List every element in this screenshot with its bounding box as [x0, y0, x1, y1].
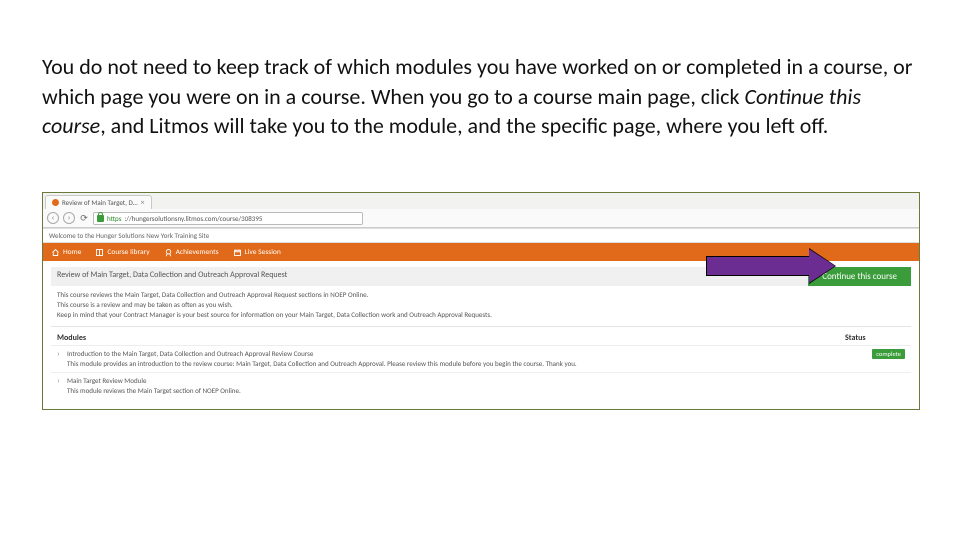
status-badge-complete: complete	[872, 349, 905, 359]
screenshot-container: Review of Main Target, D… × ‹ › ⟳ https:…	[42, 192, 920, 410]
lock-icon	[97, 215, 104, 222]
url-scheme: https	[107, 214, 121, 223]
module-desc: This module reviews the Main Target sect…	[67, 386, 905, 396]
nav-library[interactable]: Course library	[95, 248, 149, 257]
browser-chrome: Review of Main Target, D… × ‹ › ⟳ https:…	[43, 193, 919, 228]
course-desc-2: This course is a review and may be taken…	[57, 300, 905, 310]
module-title: Introduction to the Main Target, Data Co…	[67, 349, 868, 359]
forward-button[interactable]: ›	[63, 212, 75, 224]
course-desc-1: This course reviews the Main Target, Dat…	[57, 290, 905, 300]
nav-live[interactable]: Live Session	[233, 248, 281, 257]
nav-achievements[interactable]: Achievements	[164, 248, 219, 257]
module-row[interactable]: › Main Target Review Module This module …	[51, 372, 911, 399]
nav-home-label: Home	[63, 248, 81, 257]
tab-close-icon[interactable]: ×	[141, 199, 145, 207]
browser-tab-row: Review of Main Target, D… ×	[43, 193, 919, 209]
url-text: ://hungersolutionsny.litmos.com/course/3…	[124, 214, 262, 223]
module-title: Main Target Review Module	[67, 376, 905, 386]
module-text: Main Target Review Module This module re…	[67, 376, 905, 396]
browser-toolbar: ‹ › ⟳ https://hungersolutionsny.litmos.c…	[43, 209, 919, 227]
chevron-right-icon: ›	[57, 376, 67, 386]
module-text: Introduction to the Main Target, Data Co…	[67, 349, 868, 369]
modules-header-title: Modules	[57, 333, 845, 343]
tab-favicon-icon	[52, 199, 59, 206]
course-description: This course reviews the Main Target, Dat…	[51, 286, 911, 327]
course-desc-3: Keep in mind that your Contract Manager …	[57, 310, 905, 320]
nav-live-label: Live Session	[245, 248, 281, 257]
home-icon	[51, 248, 60, 257]
modules-header: Modules Status	[51, 327, 911, 345]
modules-header-status: Status	[845, 333, 905, 343]
intro-text-2: , and Litmos will take you to the module…	[100, 112, 828, 139]
arrow-shaft	[706, 256, 810, 276]
course-page: Review of Main Target, Data Collection a…	[43, 261, 919, 409]
address-bar[interactable]: https://hungersolutionsny.litmos.com/cou…	[93, 212, 363, 225]
browser-tab[interactable]: Review of Main Target, D… ×	[45, 195, 152, 209]
module-desc: This module provides an introduction to …	[67, 359, 868, 369]
arrow-head-icon	[809, 249, 835, 283]
welcome-banner: Welcome to the Hunger Solutions New York…	[43, 228, 919, 243]
module-row[interactable]: › Introduction to the Main Target, Data …	[51, 345, 911, 372]
nav-home[interactable]: Home	[51, 248, 81, 257]
course-title: Review of Main Target, Data Collection a…	[51, 267, 808, 286]
tab-title: Review of Main Target, D…	[62, 198, 138, 207]
calendar-icon	[233, 248, 242, 257]
back-button[interactable]: ‹	[47, 212, 59, 224]
instruction-paragraph: You do not need to keep track of which m…	[0, 0, 960, 141]
badge-icon	[164, 248, 173, 257]
chevron-right-icon: ›	[57, 349, 67, 359]
module-status: complete	[872, 349, 905, 359]
book-icon	[95, 248, 104, 257]
nav-achievements-label: Achievements	[176, 248, 219, 257]
nav-library-label: Course library	[107, 248, 149, 257]
callout-arrow	[706, 249, 836, 283]
reload-icon[interactable]: ⟳	[79, 213, 89, 223]
